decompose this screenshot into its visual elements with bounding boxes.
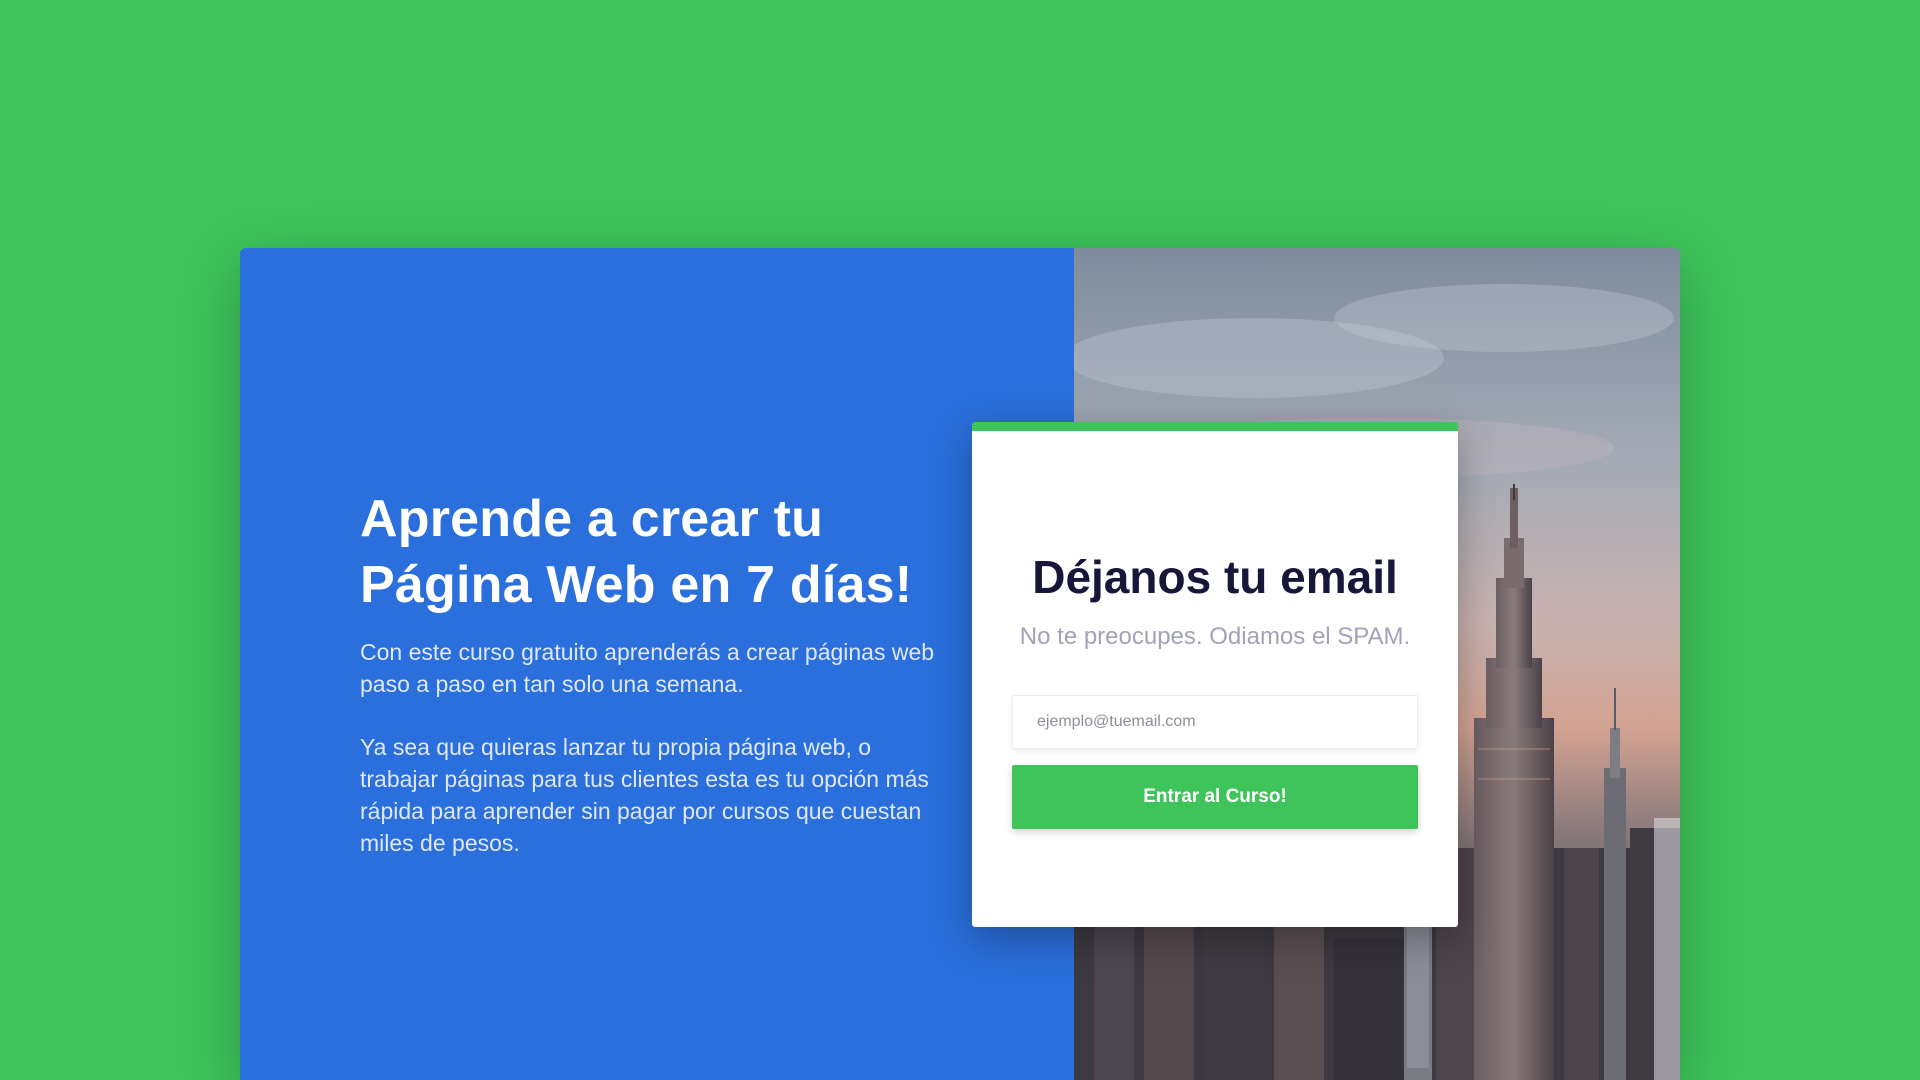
hero-paragraph-2: Ya sea que quieras lanzar tu propia pági… <box>360 734 929 856</box>
hero-paragraph-1: Con este curso gratuito aprenderás a cre… <box>360 639 935 697</box>
signup-form-card: Déjanos tu email No te preocupes. Odiamo… <box>972 422 1458 927</box>
email-field[interactable] <box>1012 695 1418 749</box>
hero-text-panel: Aprende a crear tu Página Web en 7 días!… <box>240 248 1074 1080</box>
hero-headline: Aprende a crear tu Página Web en 7 días! <box>360 490 913 614</box>
form-subtitle: No te preocupes. Odiamos el SPAM. <box>1019 623 1411 650</box>
hero-card: Aprende a crear tu Página Web en 7 días!… <box>240 248 1680 1080</box>
landing-page: Aprende a crear tu Página Web en 7 días!… <box>0 0 1920 1080</box>
form-title: Déjanos tu email <box>1032 551 1398 603</box>
enter-course-button[interactable]: Entrar al Curso! <box>1012 765 1418 829</box>
